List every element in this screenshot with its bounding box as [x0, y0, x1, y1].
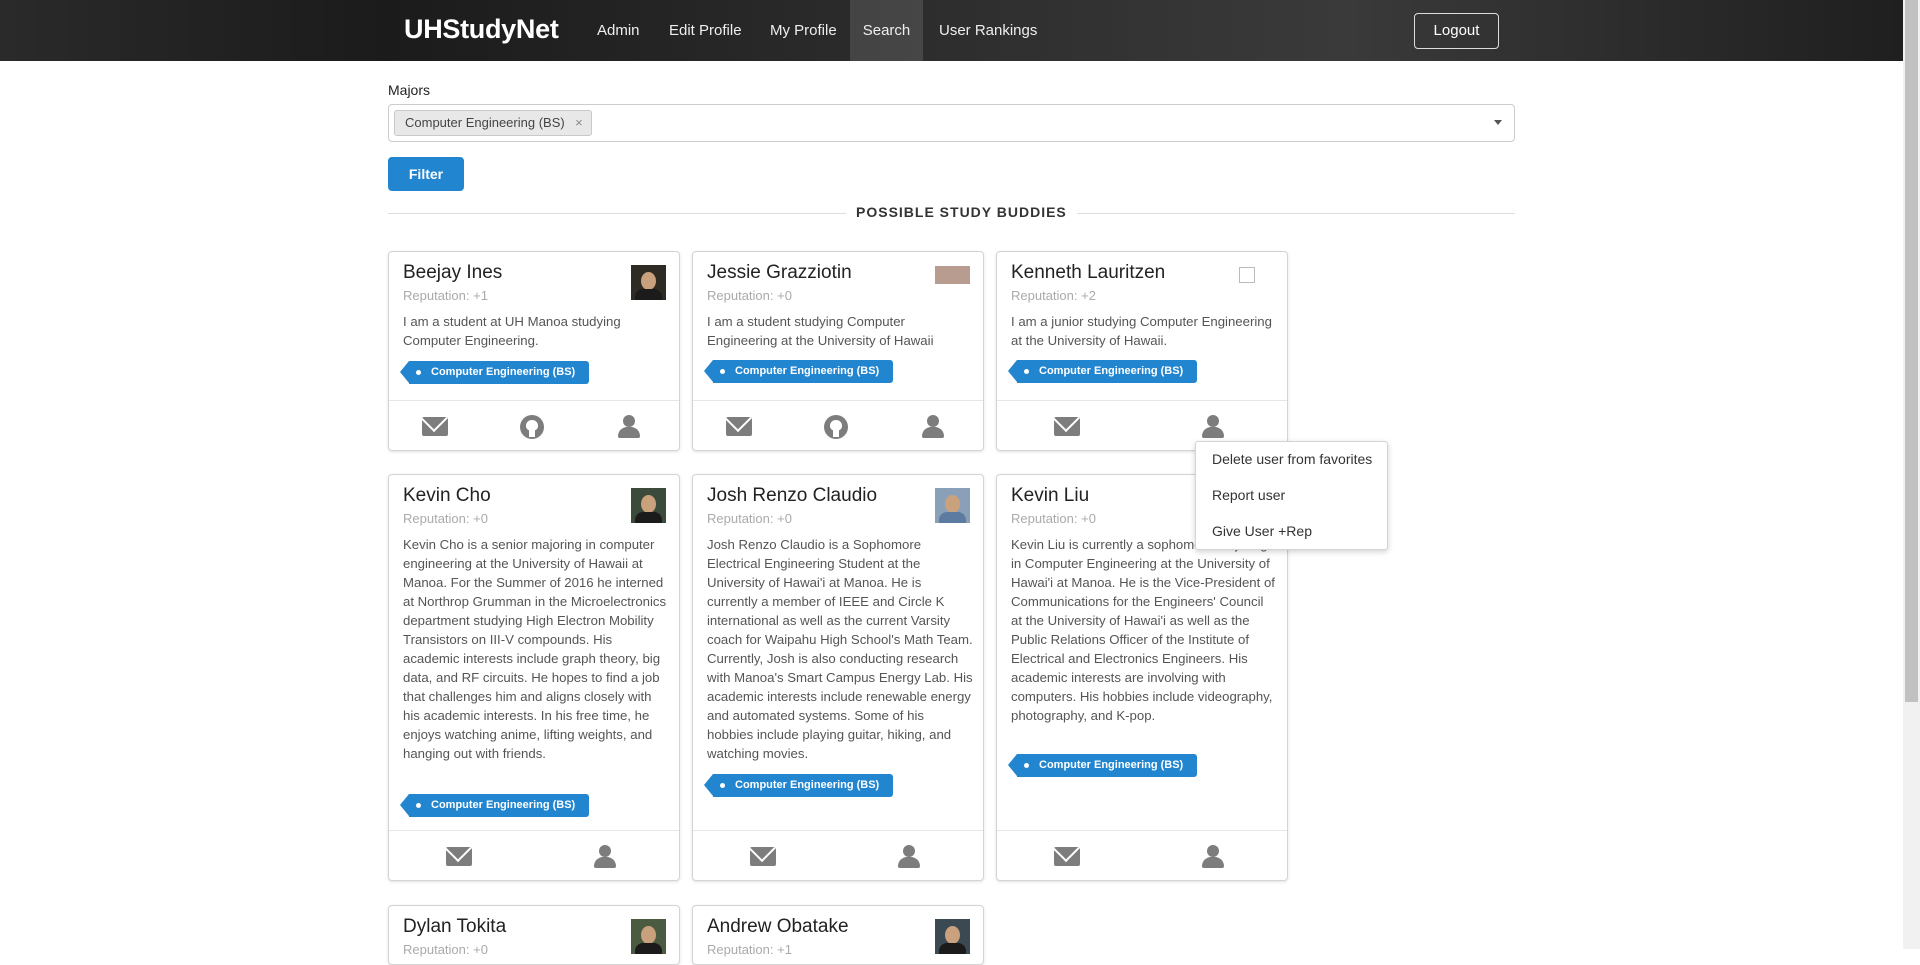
user-name[interactable]: Josh Renzo Claudio: [707, 485, 877, 507]
user-name[interactable]: Andrew Obatake: [707, 916, 849, 938]
major-tag: Computer Engineering (BS): [1007, 360, 1198, 383]
nav-user-rankings[interactable]: User Rankings: [927, 0, 1049, 61]
user-bio: Kevin Cho is a senior majoring in comput…: [403, 537, 667, 761]
mail-icon[interactable]: [748, 844, 778, 870]
card-actions: [997, 830, 1287, 880]
top-navbar: UHStudyNet Admin Edit Profile My Profile…: [0, 0, 1920, 61]
user-bio: Kevin Liu is currently a sophomore major…: [1011, 537, 1275, 723]
user-card: Kevin Cho Reputation: +0 Kevin Cho is a …: [388, 474, 680, 881]
user-bio: I am a student studying Computer Enginee…: [707, 314, 934, 348]
user-icon[interactable]: [894, 844, 924, 870]
mail-icon[interactable]: [1052, 844, 1082, 870]
nav-admin[interactable]: Admin: [585, 0, 652, 61]
avatar: [935, 266, 970, 284]
major-tag: Computer Engineering (BS): [703, 360, 894, 383]
mail-icon[interactable]: [420, 414, 450, 440]
mail-icon[interactable]: [444, 844, 474, 870]
user-name[interactable]: Kenneth Lauritzen: [1011, 262, 1165, 284]
user-card: Jessie Grazziotin Reputation: +0 I am a …: [692, 251, 984, 451]
user-icon[interactable]: [590, 844, 620, 870]
github-icon[interactable]: [517, 414, 547, 440]
menu-item-delete-favorite[interactable]: Delete user from favorites: [1212, 451, 1372, 467]
nav-edit-profile[interactable]: Edit Profile: [657, 0, 754, 61]
user-icon[interactable]: [614, 414, 644, 440]
dropdown-caret-icon[interactable]: [1494, 120, 1502, 125]
menu-item-give-rep[interactable]: Give User +Rep: [1212, 523, 1312, 539]
avatar: [631, 488, 666, 523]
major-tag: Computer Engineering (BS): [399, 794, 590, 817]
user-card: Dylan Tokita Reputation: +0: [388, 905, 680, 965]
nav-my-profile[interactable]: My Profile: [758, 0, 849, 61]
user-card: Beejay Ines Reputation: +1 I am a studen…: [388, 251, 680, 451]
card-actions: [389, 830, 679, 880]
mail-icon[interactable]: [724, 414, 754, 440]
avatar: [631, 265, 666, 300]
user-name[interactable]: Beejay Ines: [403, 262, 502, 284]
major-chip: Computer Engineering (BS) ×: [394, 110, 592, 136]
user-reputation: Reputation: +2: [1011, 288, 1096, 303]
user-reputation: Reputation: +0: [1011, 511, 1096, 526]
user-name[interactable]: Kevin Cho: [403, 485, 491, 507]
majors-select[interactable]: Computer Engineering (BS) ×: [388, 104, 1515, 142]
logout-button[interactable]: Logout: [1414, 13, 1499, 49]
majors-label: Majors: [388, 82, 431, 98]
user-reputation: Reputation: +0: [707, 288, 792, 303]
user-name[interactable]: Dylan Tokita: [403, 916, 506, 938]
user-name[interactable]: Kevin Liu: [1011, 485, 1089, 507]
user-icon[interactable]: [1198, 844, 1228, 870]
user-reputation: Reputation: +1: [403, 288, 488, 303]
section-title: POSSIBLE STUDY BUDDIES: [846, 204, 1077, 220]
user-reputation: Reputation: +0: [707, 511, 792, 526]
user-bio: I am a student at UH Manoa studying Comp…: [403, 314, 621, 348]
github-icon[interactable]: [821, 414, 851, 440]
major-tag: Computer Engineering (BS): [703, 774, 894, 797]
card-actions: [693, 830, 983, 880]
avatar: [935, 488, 970, 523]
user-name[interactable]: Jessie Grazziotin: [707, 262, 852, 284]
user-card: Josh Renzo Claudio Reputation: +0 Josh R…: [692, 474, 984, 881]
card-actions: [389, 400, 679, 450]
user-card: Andrew Obatake Reputation: +1: [692, 905, 984, 965]
user-bio: Josh Renzo Claudio is a Sophomore Electr…: [707, 537, 973, 761]
user-card: Kenneth Lauritzen Reputation: +2 I am a …: [996, 251, 1288, 451]
major-tag: Computer Engineering (BS): [399, 361, 590, 384]
mail-icon[interactable]: [1052, 414, 1082, 440]
menu-item-report-user[interactable]: Report user: [1212, 487, 1285, 503]
scrollbar-thumb[interactable]: [1905, 0, 1918, 702]
user-icon[interactable]: [1198, 414, 1228, 440]
nav-search[interactable]: Search: [850, 0, 923, 61]
user-reputation: Reputation: +0: [403, 942, 488, 957]
filter-button[interactable]: Filter: [388, 157, 464, 191]
avatar: [1239, 267, 1255, 283]
user-reputation: Reputation: +1: [707, 942, 792, 957]
major-tag: Computer Engineering (BS): [1007, 754, 1198, 777]
scrollbar[interactable]: [1903, 0, 1920, 949]
user-options-menu: Delete user from favorites Report user G…: [1195, 441, 1388, 550]
brand-logo[interactable]: UHStudyNet: [404, 14, 559, 45]
user-icon[interactable]: [918, 414, 948, 440]
user-reputation: Reputation: +0: [403, 511, 488, 526]
card-actions: [693, 400, 983, 450]
user-bio: I am a junior studying Computer Engineer…: [1011, 314, 1272, 348]
major-chip-label: Computer Engineering (BS): [405, 115, 565, 130]
remove-chip-icon[interactable]: ×: [575, 111, 583, 135]
